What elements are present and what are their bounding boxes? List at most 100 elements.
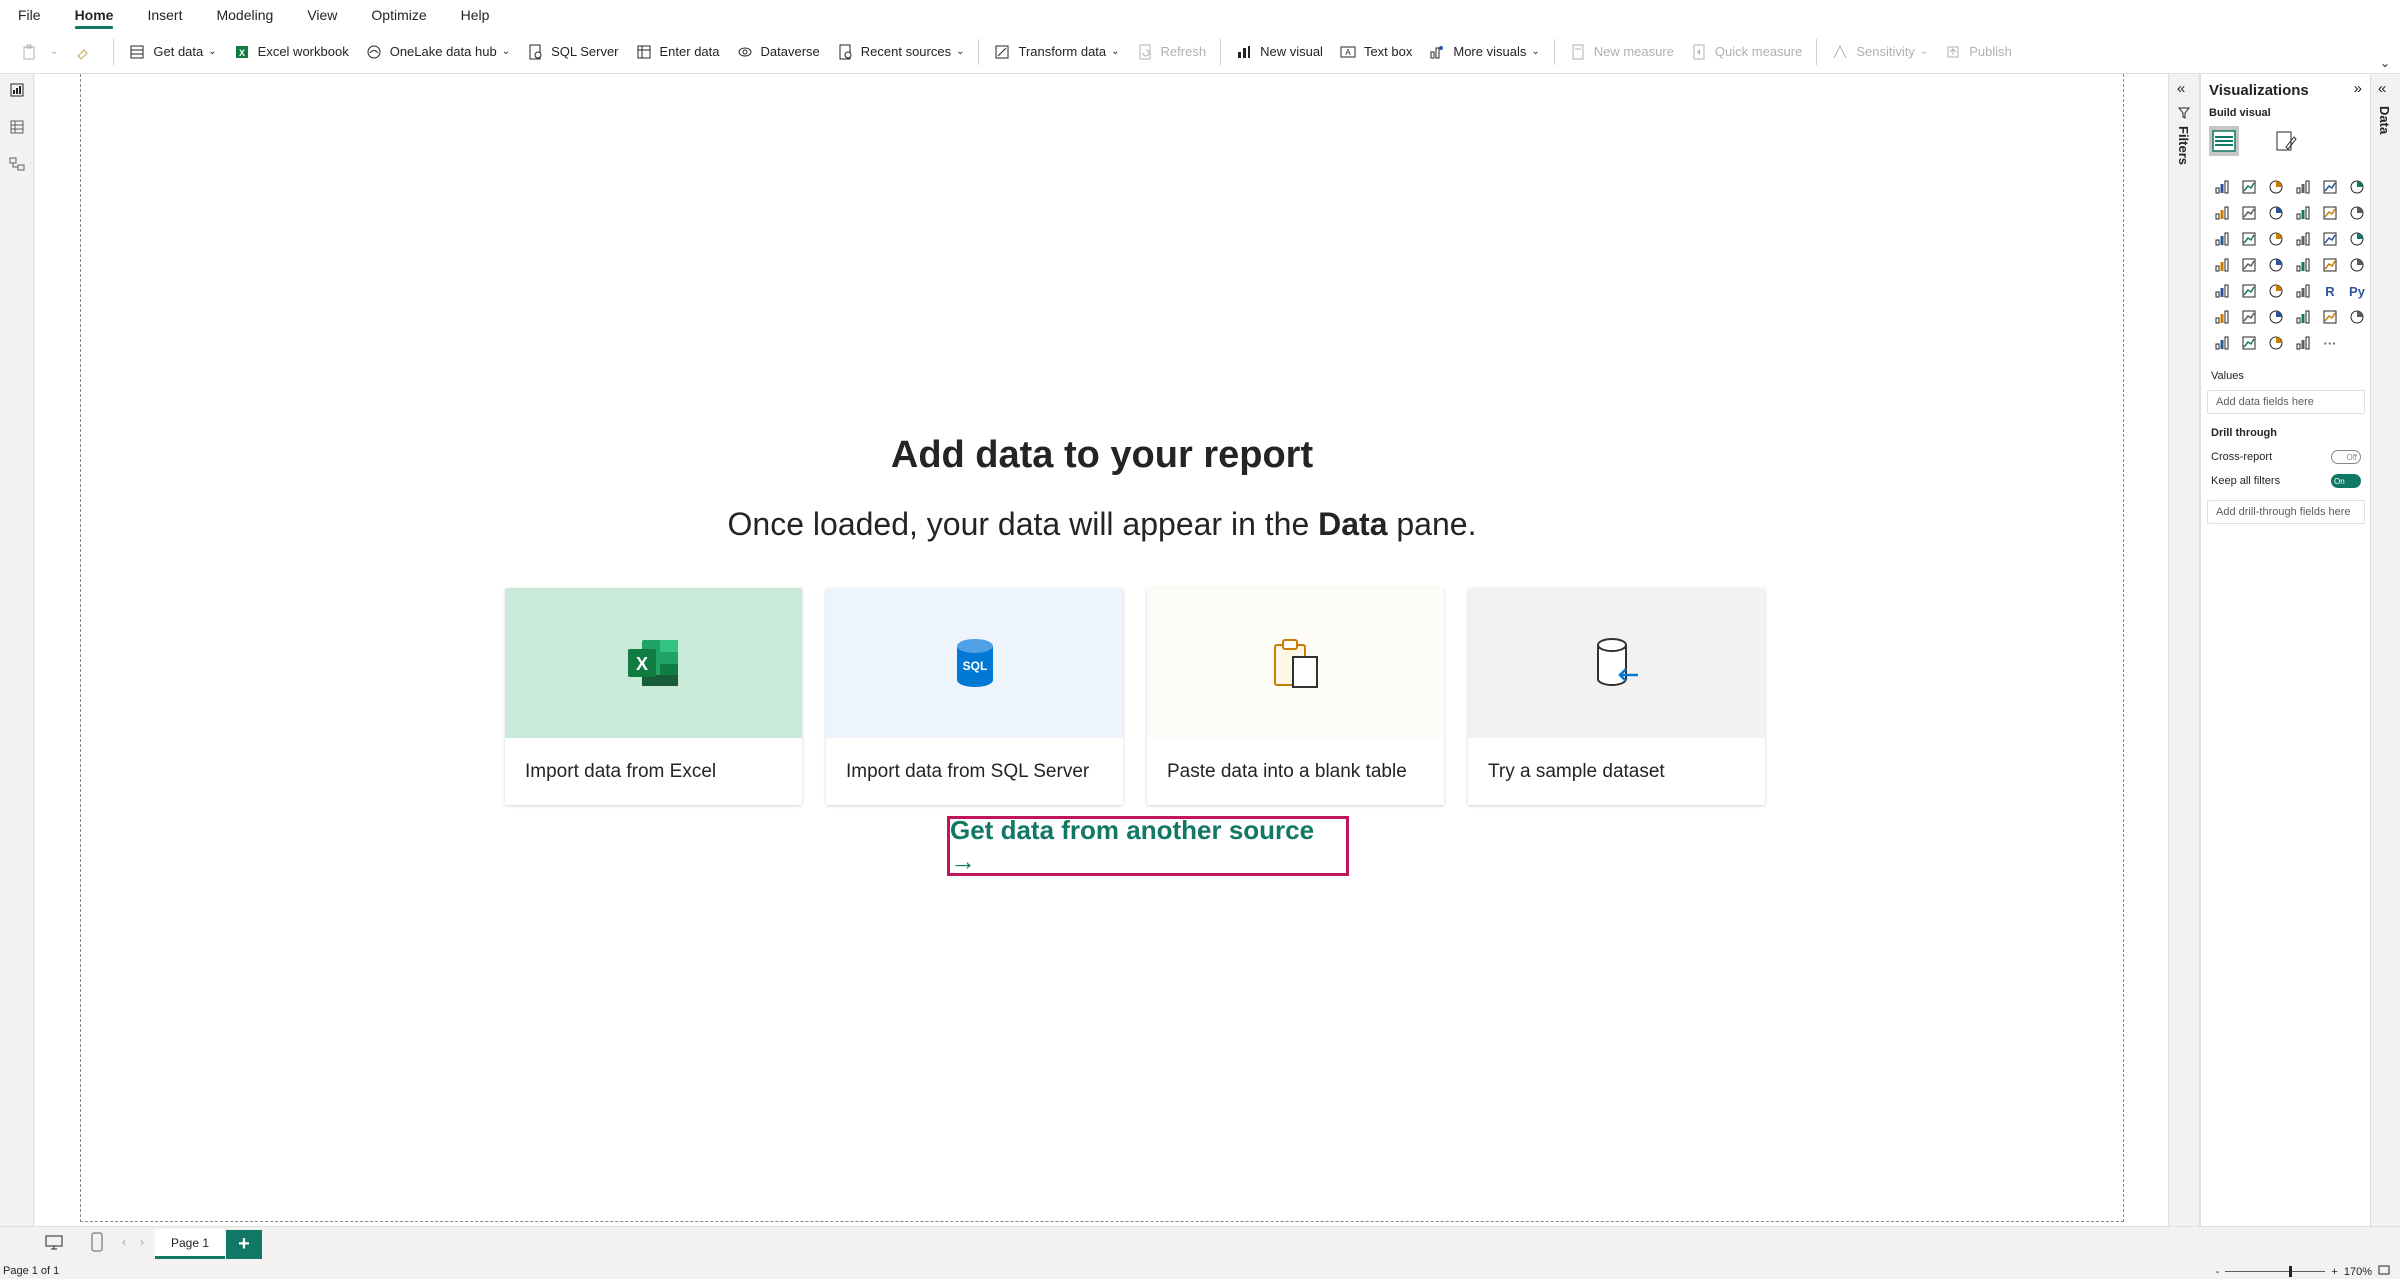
quick-measure-button[interactable]: Quick measure: [1682, 36, 1810, 68]
transform-data-button[interactable]: Transform data ⌄: [985, 36, 1127, 68]
100-stacked-bar-chart-icon[interactable]: [2317, 174, 2343, 200]
paginated-report-icon[interactable]: [2344, 304, 2370, 330]
new-measure-button[interactable]: New measure: [1561, 36, 1682, 68]
menu-view[interactable]: View: [290, 0, 354, 30]
expand-data-icon[interactable]: «: [2378, 80, 2386, 97]
text-box-button[interactable]: A Text box: [1331, 36, 1420, 68]
model-view-icon[interactable]: [9, 156, 25, 172]
report-page[interactable]: Add data to your report Once loaded, you…: [80, 74, 2124, 1222]
funnel-chart-icon[interactable]: [2236, 226, 2262, 252]
treemap-icon[interactable]: [2344, 226, 2370, 252]
menu-optimize[interactable]: Optimize: [354, 0, 443, 30]
refresh-button[interactable]: Refresh: [1128, 36, 1215, 68]
table-visual-icon[interactable]: [2263, 278, 2289, 304]
format-painter-button[interactable]: [66, 36, 107, 68]
import-sql-card[interactable]: SQL Import data from SQL Server: [826, 588, 1123, 805]
chevron-visual-icon[interactable]: [2290, 330, 2316, 356]
scatter-chart-icon[interactable]: [2263, 226, 2289, 252]
r-visual-icon[interactable]: R: [2317, 278, 2343, 304]
format-visual-tab[interactable]: [2271, 126, 2301, 156]
filters-pane-collapsed[interactable]: « Filters: [2168, 74, 2200, 1226]
paste-data-card[interactable]: Paste data into a blank table: [1147, 588, 1444, 805]
report-view-icon[interactable]: [9, 82, 25, 98]
zoom-out-icon[interactable]: -: [2216, 1266, 2220, 1278]
azure-map-icon[interactable]: [2263, 252, 2289, 278]
key-influencers-icon[interactable]: [2209, 304, 2235, 330]
more-visuals-button[interactable]: More visuals ⌄: [1420, 36, 1547, 68]
values-field-well[interactable]: Add data fields here: [2207, 390, 2365, 414]
mobile-layout-icon[interactable]: [91, 1232, 103, 1257]
slicer-icon[interactable]: [2236, 278, 2262, 304]
paste-button[interactable]: ⌄: [12, 36, 66, 68]
fit-to-page-icon[interactable]: [2378, 1265, 2390, 1278]
power-apps-icon[interactable]: [2209, 330, 2235, 356]
matrix-icon[interactable]: [2290, 278, 2316, 304]
metrics-icon[interactable]: [2317, 304, 2343, 330]
excel-workbook-button[interactable]: X Excel workbook: [225, 36, 357, 68]
line-chart-icon[interactable]: [2209, 200, 2235, 226]
previous-page-icon[interactable]: ‹: [122, 1235, 126, 1249]
line-stacked-column-chart-icon[interactable]: [2290, 200, 2316, 226]
filled-map-icon[interactable]: [2236, 252, 2262, 278]
clustered-bar-chart-icon[interactable]: [2263, 174, 2289, 200]
multi-row-card-icon[interactable]: [2344, 252, 2370, 278]
waterfall-chart-icon[interactable]: [2209, 226, 2235, 252]
python-visual-icon[interactable]: Py: [2344, 278, 2370, 304]
ribbon-collapse-icon[interactable]: ⌄: [2380, 56, 2390, 70]
cross-report-toggle[interactable]: Off: [2331, 450, 2361, 464]
onelake-button[interactable]: OneLake data hub ⌄: [357, 36, 518, 68]
stacked-area-chart-icon[interactable]: [2263, 200, 2289, 226]
menu-insert[interactable]: Insert: [130, 0, 199, 30]
diamond-visual-icon[interactable]: [2263, 330, 2289, 356]
menu-modeling[interactable]: Modeling: [199, 0, 290, 30]
decomposition-tree-icon[interactable]: [2236, 304, 2262, 330]
keep-filters-toggle[interactable]: On: [2331, 474, 2361, 488]
recent-sources-button[interactable]: Recent sources ⌄: [828, 36, 973, 68]
menu-file[interactable]: File: [18, 0, 58, 30]
menu-home[interactable]: Home: [58, 0, 131, 30]
build-visual-tab[interactable]: [2209, 126, 2239, 156]
map-icon[interactable]: [2209, 252, 2235, 278]
power-automate-icon[interactable]: [2236, 330, 2262, 356]
zoom-slider-thumb[interactable]: [2289, 1266, 2293, 1277]
expand-filters-icon[interactable]: «: [2177, 80, 2185, 97]
zoom-in-icon[interactable]: +: [2331, 1266, 2337, 1278]
data-pane-collapsed[interactable]: « Data: [2370, 74, 2400, 1226]
add-page-button[interactable]: +: [226, 1230, 262, 1259]
donut-chart-icon[interactable]: [2317, 226, 2343, 252]
gauge-icon[interactable]: [2290, 252, 2316, 278]
new-visual-button[interactable]: New visual: [1227, 36, 1331, 68]
dataverse-button[interactable]: Dataverse: [728, 36, 828, 68]
qa-icon[interactable]: [2263, 304, 2289, 330]
pie-chart-icon[interactable]: [2290, 226, 2316, 252]
sample-dataset-card[interactable]: Try a sample dataset: [1468, 588, 1765, 805]
import-excel-card[interactable]: X Import data from Excel: [505, 588, 802, 805]
get-data-button[interactable]: Get data ⌄: [120, 36, 224, 68]
page-tab-1[interactable]: Page 1: [155, 1229, 225, 1259]
100-stacked-column-chart-icon[interactable]: [2344, 174, 2370, 200]
line-clustered-column-chart-icon[interactable]: [2317, 200, 2343, 226]
stacked-bar-chart-icon[interactable]: [2209, 174, 2235, 200]
stacked-column-chart-icon[interactable]: [2236, 174, 2262, 200]
card-icon[interactable]: [2317, 252, 2343, 278]
clustered-column-chart-icon[interactable]: [2290, 174, 2316, 200]
enter-data-button[interactable]: Enter data: [627, 36, 728, 68]
smart-narrative-icon[interactable]: [2290, 304, 2316, 330]
sql-server-button[interactable]: SQL Server: [518, 36, 626, 68]
more-visuals-ellipsis-icon[interactable]: ···: [2317, 330, 2343, 356]
area-chart-icon[interactable]: [2236, 200, 2262, 226]
page-count-status: Page 1 of 1: [3, 1265, 60, 1277]
zoom-slider[interactable]: [2225, 1266, 2326, 1277]
drill-through-field-well[interactable]: Add drill-through fields here: [2207, 500, 2365, 524]
table-view-icon[interactable]: [9, 119, 25, 135]
ribbon-chart-icon[interactable]: [2344, 200, 2370, 226]
sensitivity-button[interactable]: Sensitivity ⌄: [1823, 36, 1936, 68]
next-page-icon[interactable]: ›: [140, 1235, 144, 1249]
desktop-layout-icon[interactable]: [45, 1235, 63, 1256]
kpi-icon[interactable]: [2209, 278, 2235, 304]
ribbon-separator: [978, 38, 980, 65]
menu-help[interactable]: Help: [444, 0, 507, 30]
collapse-visualizations-icon[interactable]: »: [2354, 80, 2362, 97]
get-data-another-source-link[interactable]: Get data from another source →: [947, 815, 1349, 876]
publish-button[interactable]: Publish: [1936, 36, 2020, 68]
